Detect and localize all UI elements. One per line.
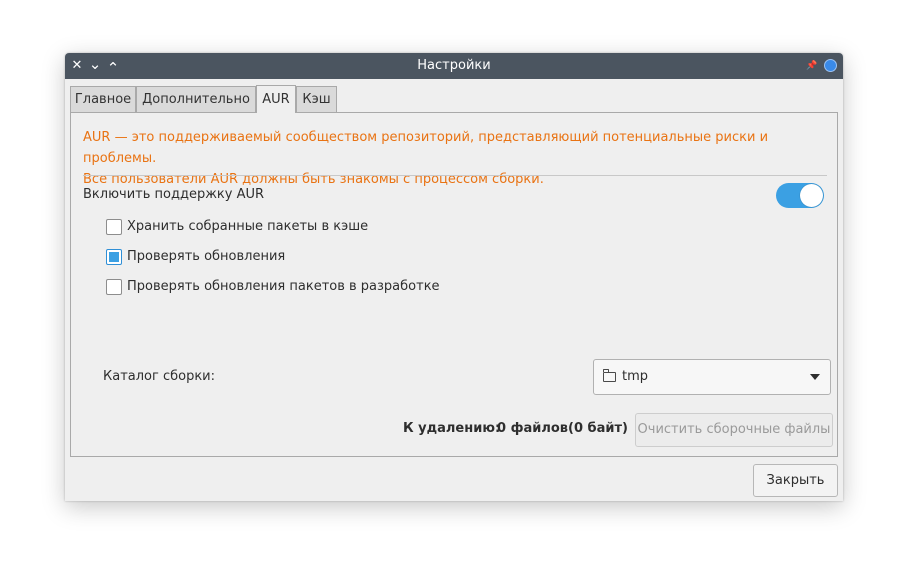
build-directory-value: tmp [622,369,649,384]
close-button[interactable]: Закрыть [753,464,838,497]
check-devel-updates-checkbox[interactable] [106,279,122,295]
pin-icon[interactable]: 📌 [804,53,820,79]
tab-main[interactable]: Главное [70,86,136,112]
enable-aur-label: Включить поддержку AUR [83,187,265,202]
aur-panel: AUR — это поддерживаемый сообществом реп… [70,112,838,457]
check-updates-label[interactable]: Проверять обновления [127,249,285,264]
window-menu-icon[interactable] [824,59,837,72]
build-directory-combo[interactable]: tmp [593,359,831,395]
check-updates-checkbox[interactable] [106,249,122,265]
window-title: Настройки [417,58,491,73]
to-remove-files: 0 файлов [497,421,569,436]
check-devel-updates-label[interactable]: Проверять обновления пакетов в разработк… [127,279,440,294]
keep-built-packages-label[interactable]: Хранить собранные пакеты в кэше [127,219,368,234]
tab-aur[interactable]: AUR [256,85,296,113]
aur-warning-notice: AUR — это поддерживаемый сообществом реп… [83,127,827,190]
tab-advanced[interactable]: Дополнительно [136,86,256,112]
to-remove-size: (0 байт) [568,421,628,436]
notice-line: AUR — это поддерживаемый сообществом реп… [83,130,769,166]
folder-icon [602,369,616,382]
toggle-knob [800,184,823,207]
keep-built-packages-checkbox[interactable] [106,219,122,235]
separator [83,175,827,176]
build-directory-label: Каталог сборки: [103,369,216,384]
dropdown-arrow-icon [810,374,820,380]
titlebar: ✕ ⌄ ⌃ Настройки 📌 [65,53,843,79]
to-remove-label: К удалению: [403,421,501,436]
settings-window: ✕ ⌄ ⌃ Настройки 📌 Главное Дополнительно … [65,53,843,501]
clean-build-files-button[interactable]: Очистить сборочные файлы [635,413,833,447]
tab-cache[interactable]: Кэш [296,86,337,112]
enable-aur-toggle[interactable] [776,183,824,208]
